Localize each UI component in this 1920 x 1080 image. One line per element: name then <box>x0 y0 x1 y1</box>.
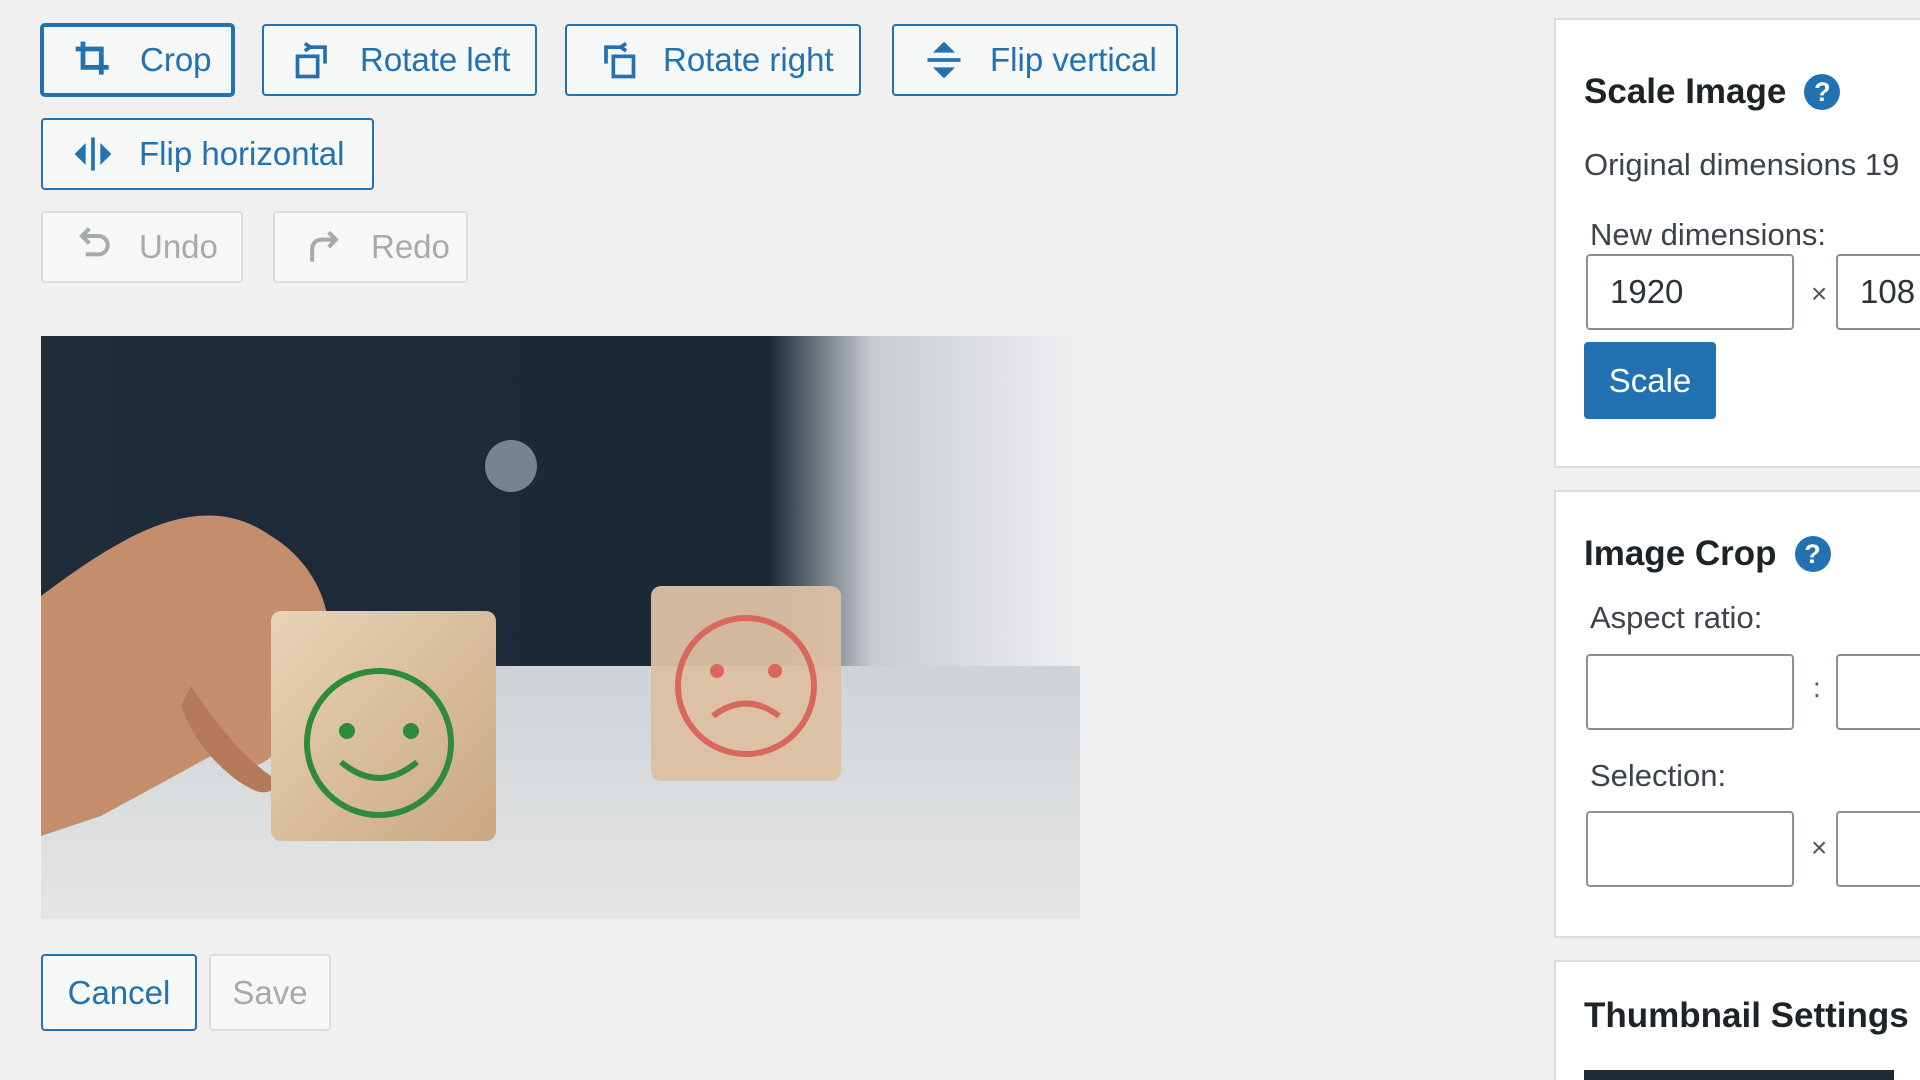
flip-horizontal-icon <box>71 132 115 176</box>
colon-separator: : <box>1813 672 1821 703</box>
scale-height-input[interactable]: 108 <box>1836 254 1920 330</box>
rotate-right-icon <box>595 38 639 82</box>
flip-vertical-icon <box>922 38 966 82</box>
save-button[interactable]: Save <box>209 954 331 1031</box>
aspect-ratio-width-input[interactable] <box>1586 654 1794 730</box>
times-separator: × <box>1811 278 1828 309</box>
cancel-button[interactable]: Cancel <box>41 954 197 1031</box>
undo-label: Undo <box>139 228 218 265</box>
crop-button[interactable]: Crop <box>41 24 234 96</box>
redo-icon <box>303 225 347 269</box>
thumbnail-preview <box>1584 1070 1894 1080</box>
rotate-left-button[interactable]: Rotate left <box>262 24 537 96</box>
undo-button[interactable]: Undo <box>41 211 243 283</box>
new-dimensions-label: New dimensions: <box>1590 217 1827 252</box>
selection-label: Selection: <box>1590 758 1727 793</box>
help-icon[interactable]: ? <box>1804 74 1841 110</box>
flip-horizontal-button[interactable]: Flip horizontal <box>41 118 374 190</box>
image-crop-title-text: Image Crop <box>1584 534 1777 573</box>
scale-image-title: Scale Image ? <box>1584 72 1841 112</box>
scale-image-title-text: Scale Image <box>1584 72 1787 111</box>
image-preview[interactable] <box>41 336 1080 919</box>
flip-vertical-label: Flip vertical <box>990 41 1157 78</box>
image-crop-title: Image Crop ? <box>1584 534 1831 574</box>
scale-image-panel: Scale Image ? Original dimensions 19 New… <box>1554 18 1920 468</box>
crop-icon <box>72 38 116 82</box>
redo-button[interactable]: Redo <box>273 211 468 283</box>
times-separator: × <box>1811 832 1828 863</box>
rotate-left-label: Rotate left <box>360 41 511 78</box>
scale-button[interactable]: Scale <box>1584 342 1716 419</box>
flip-horizontal-label: Flip horizontal <box>139 135 345 172</box>
help-icon[interactable]: ? <box>1794 536 1831 572</box>
redo-label: Redo <box>371 228 450 265</box>
selection-height-input[interactable] <box>1836 811 1920 887</box>
aspect-ratio-height-input[interactable] <box>1836 654 1920 730</box>
aspect-ratio-label: Aspect ratio: <box>1590 600 1763 635</box>
rotate-left-icon <box>292 38 336 82</box>
original-dimensions-text: Original dimensions 19 <box>1584 147 1900 182</box>
rotate-right-button[interactable]: Rotate right <box>565 24 861 96</box>
image-crop-panel: Image Crop ? Aspect ratio: : Selection: … <box>1554 490 1920 938</box>
undo-icon <box>71 225 115 269</box>
crop-label: Crop <box>140 41 212 78</box>
rotate-right-label: Rotate right <box>663 41 834 78</box>
thumbnail-settings-title: Thumbnail Settings <box>1584 996 1909 1035</box>
selection-width-input[interactable] <box>1586 811 1794 887</box>
scale-width-input[interactable]: 1920 <box>1586 254 1794 330</box>
thumbnail-settings-panel: Thumbnail Settings <box>1554 960 1920 1080</box>
flip-vertical-button[interactable]: Flip vertical <box>892 24 1178 96</box>
